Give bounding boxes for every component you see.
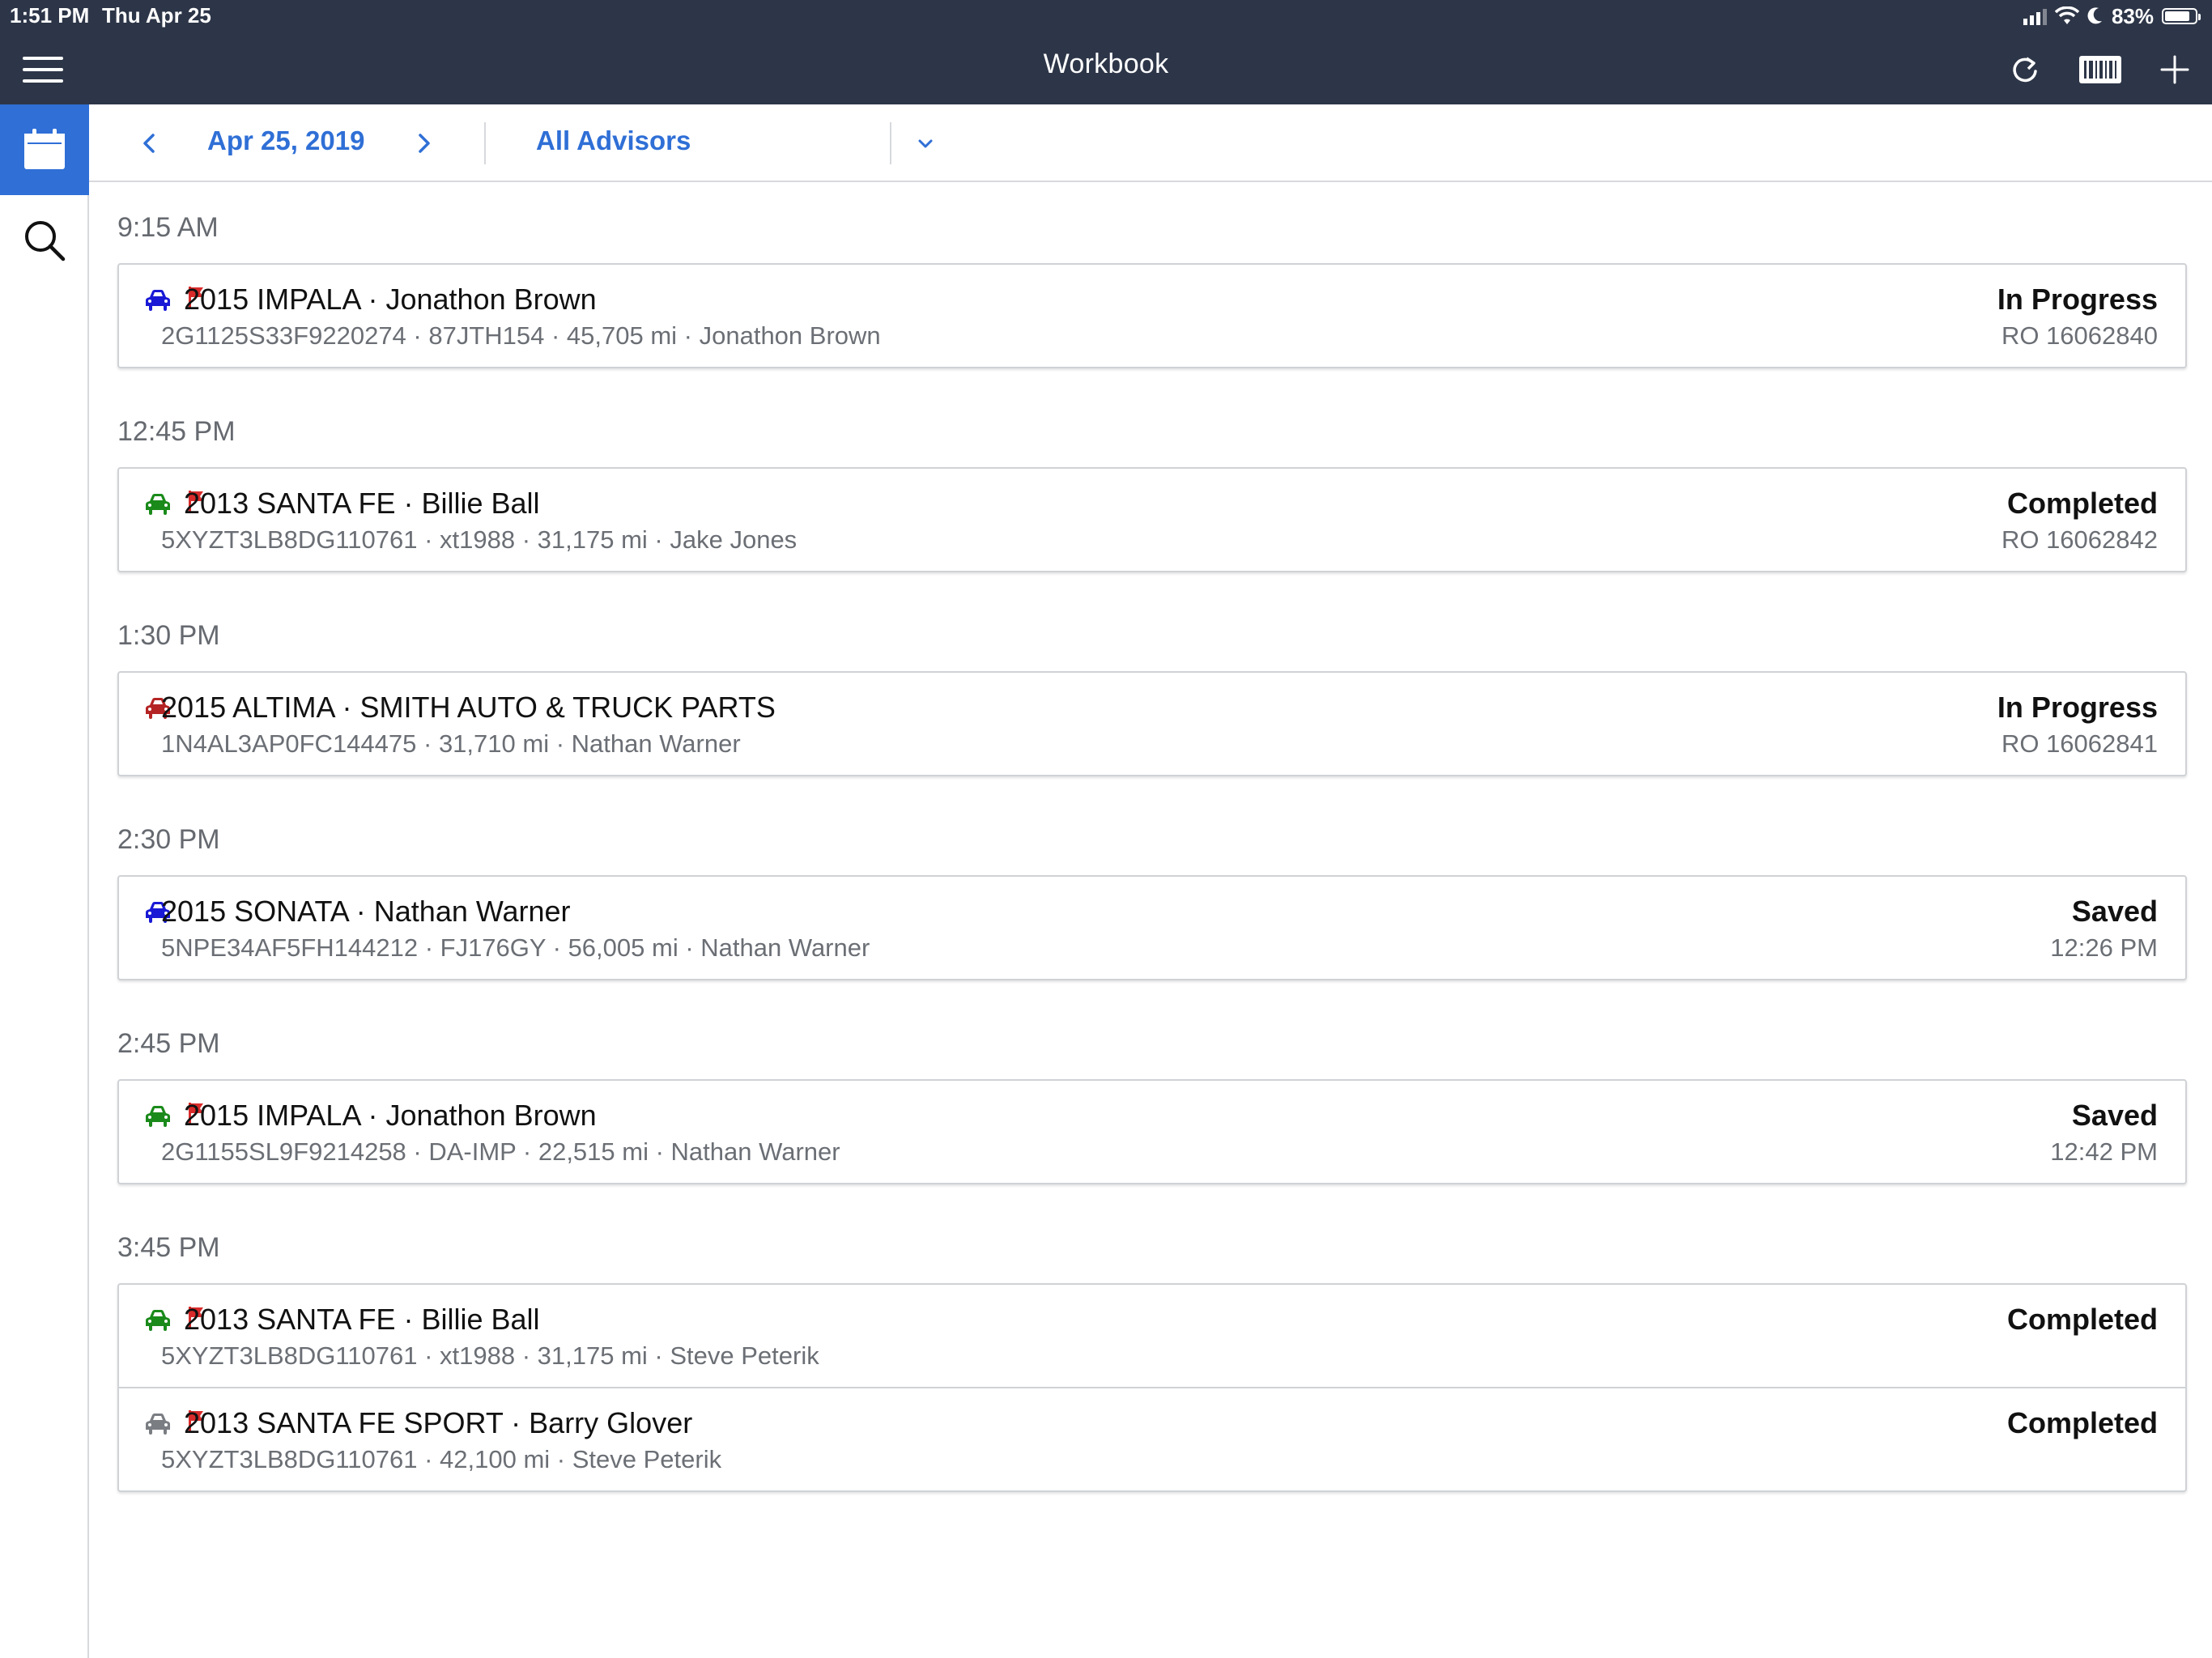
calendar-tab[interactable]	[0, 104, 89, 195]
cellular-signal-icon	[2023, 7, 2047, 25]
car-icon	[146, 1414, 170, 1435]
status-label: Saved	[2071, 895, 2158, 928]
appointment-group: 2013 SANTA FE · Billie Ball 5XYZT3LB8DG1…	[117, 467, 2187, 572]
vehicle-customer-title: 2013 SANTA FE SPORT · Barry Glover	[184, 1406, 693, 1439]
appointment-row[interactable]: 2015 IMPALA · Jonathon Brown 2G1125S33F9…	[119, 265, 2185, 367]
vehicle-customer-title: 2015 SONATA · Nathan Warner	[161, 895, 571, 928]
battery-level	[2165, 11, 2189, 21]
vehicle-customer-title: 2013 SANTA FE · Billie Ball	[184, 487, 540, 520]
chevron-down-icon	[918, 139, 933, 148]
battery-icon	[2162, 8, 2201, 24]
repair-order-info: 12:26 PM	[2050, 933, 2158, 962]
add-icon[interactable]	[2155, 52, 2194, 87]
vehicle-details: 5NPE34AF5FH144212 · FJ176GY · 56,005 mi …	[161, 933, 870, 962]
advisor-dropdown[interactable]: All Advisors	[536, 124, 938, 163]
previous-day-button[interactable]	[134, 129, 164, 158]
divider	[890, 122, 891, 164]
appointment-row[interactable]: 2015 SONATA · Nathan Warner 5NPE34AF5FH1…	[119, 877, 2185, 979]
repair-order-info: RO 16062842	[2001, 525, 2158, 554]
status-indicators: 83%	[2023, 3, 2201, 29]
status-label: Completed	[2006, 487, 2158, 520]
refresh-icon[interactable]	[2006, 52, 2044, 87]
vehicle-details: 2G1155SL9F9214258 · DA-IMP · 22,515 mi ·…	[161, 1137, 840, 1166]
vehicle-details: 1N4AL3AP0FC144475 · 31,710 mi · Nathan W…	[161, 729, 741, 758]
appointment-group: 2015 ALTIMA · SMITH AUTO & TRUCK PARTS 1…	[117, 671, 2187, 776]
car-icon	[146, 494, 170, 515]
appointment-row[interactable]: 2013 SANTA FE · Billie Ball 5XYZT3LB8DG1…	[119, 1285, 2185, 1387]
car-icon	[146, 290, 170, 311]
search-icon	[25, 221, 66, 261]
car-icon	[146, 1310, 170, 1331]
status-label: In Progress	[1997, 691, 2158, 724]
status-label: Saved	[2071, 1099, 2158, 1132]
appointment-row[interactable]: 2013 SANTA FE SPORT · Barry Glover 5XYZT…	[119, 1387, 2185, 1490]
advisor-dropdown-label: All Advisors	[536, 125, 691, 155]
status-label: Completed	[2006, 1406, 2158, 1439]
time-slot-header: 2:45 PM	[117, 1028, 220, 1059]
appointment-group: 2015 SONATA · Nathan Warner 5NPE34AF5FH1…	[117, 875, 2187, 980]
wifi-icon	[2054, 6, 2079, 24]
vehicle-details: 5XYZT3LB8DG110761 · xt1988 · 31,175 mi ·…	[161, 525, 798, 554]
time-slot-header: 1:30 PM	[117, 620, 220, 651]
appointment-row[interactable]: 2015 IMPALA · Jonathon Brown 2G1155SL9F9…	[119, 1081, 2185, 1183]
status-label: In Progress	[1997, 283, 2158, 316]
appointment-row[interactable]: 2015 ALTIMA · SMITH AUTO & TRUCK PARTS 1…	[119, 673, 2185, 775]
page-title: Workbook	[1043, 49, 1169, 79]
appointment-group: 2015 IMPALA · Jonathon Brown 2G1155SL9F9…	[117, 1079, 2187, 1184]
vehicle-customer-title: 2013 SANTA FE · Billie Ball	[184, 1303, 540, 1336]
barcode-scan-icon[interactable]	[2078, 52, 2123, 87]
status-label: Completed	[2006, 1303, 2158, 1336]
appointment-group: 2013 SANTA FE · Billie Ball 5XYZT3LB8DG1…	[117, 1283, 2187, 1492]
status-time: 1:51 PM	[10, 3, 90, 28]
repair-order-info: 12:42 PM	[2050, 1137, 2158, 1166]
appointment-list: 9:15 AM 2015 IMPALA · Jonathon Brown 2G1…	[117, 182, 2187, 1513]
appointment-row[interactable]: 2013 SANTA FE · Billie Ball 5XYZT3LB8DG1…	[119, 469, 2185, 571]
calendar-icon	[24, 129, 65, 169]
top-bar: 1:51 PM Thu Apr 25 83% Workbook	[0, 0, 2212, 104]
sidebar	[0, 104, 89, 1658]
time-slot-header: 2:30 PM	[117, 824, 220, 855]
appointment-group: 2015 IMPALA · Jonathon Brown 2G1125S33F9…	[117, 263, 2187, 368]
time-slot-header: 12:45 PM	[117, 416, 236, 447]
vehicle-customer-title: 2015 IMPALA · Jonathon Brown	[184, 1099, 597, 1132]
repair-order-info: RO 16062840	[2001, 321, 2158, 350]
filter-bar: Apr 25, 2019 All Advisors	[89, 104, 2212, 182]
time-slot-header: 9:15 AM	[117, 212, 219, 243]
status-date: Thu Apr 25	[102, 3, 211, 28]
vehicle-details: 5XYZT3LB8DG110761 · xt1988 · 31,175 mi ·…	[161, 1341, 819, 1370]
car-icon	[146, 1106, 170, 1127]
battery-percent: 83%	[2111, 3, 2154, 28]
vehicle-customer-title: 2015 IMPALA · Jonathon Brown	[184, 283, 597, 316]
repair-order-info: RO 16062841	[2001, 729, 2158, 758]
time-slot-header: 3:45 PM	[117, 1232, 220, 1263]
next-day-button[interactable]	[410, 129, 439, 158]
divider	[484, 122, 486, 164]
search-tab[interactable]	[0, 195, 89, 286]
vehicle-customer-title: 2015 ALTIMA · SMITH AUTO & TRUCK PARTS	[161, 691, 776, 724]
date-selector[interactable]: Apr 25, 2019	[207, 125, 364, 156]
vehicle-details: 2G1125S33F9220274 · 87JTH154 · 45,705 mi…	[161, 321, 881, 350]
chevron-right-icon	[419, 134, 430, 153]
do-not-disturb-moon-icon	[2087, 7, 2102, 24]
vehicle-details: 5XYZT3LB8DG110761 · 42,100 mi · Steve Pe…	[161, 1445, 722, 1473]
chevron-left-icon	[143, 134, 155, 153]
